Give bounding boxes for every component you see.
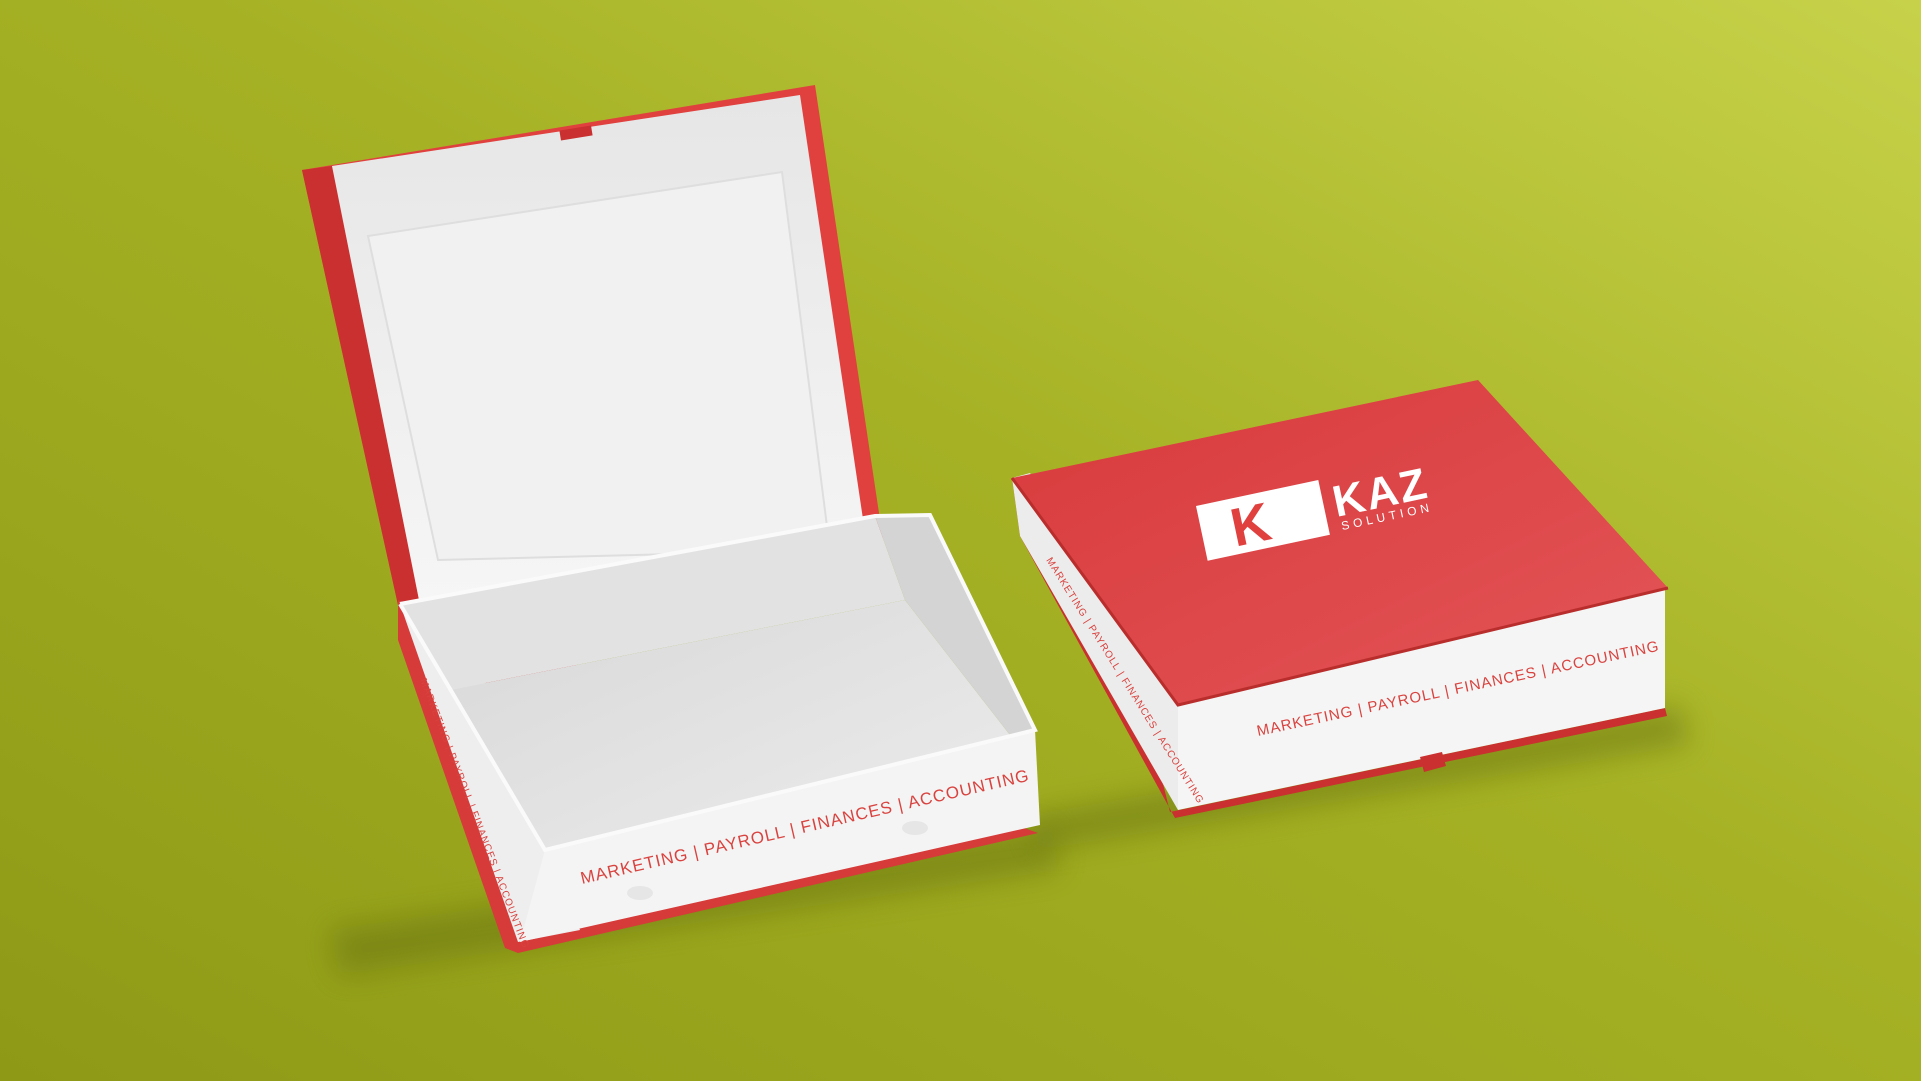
background xyxy=(0,0,1921,1081)
open-box-lid-panel xyxy=(366,170,832,562)
open-box-magnet-left xyxy=(627,886,653,900)
mockup-illustration: MARKETING | PAYROLL | FINANCES | ACCOUNT… xyxy=(0,0,1921,1081)
open-box-magnet-right xyxy=(902,821,928,835)
product-mockup-scene: MARKETING | PAYROLL | FINANCES | ACCOUNT… xyxy=(0,0,1921,1081)
